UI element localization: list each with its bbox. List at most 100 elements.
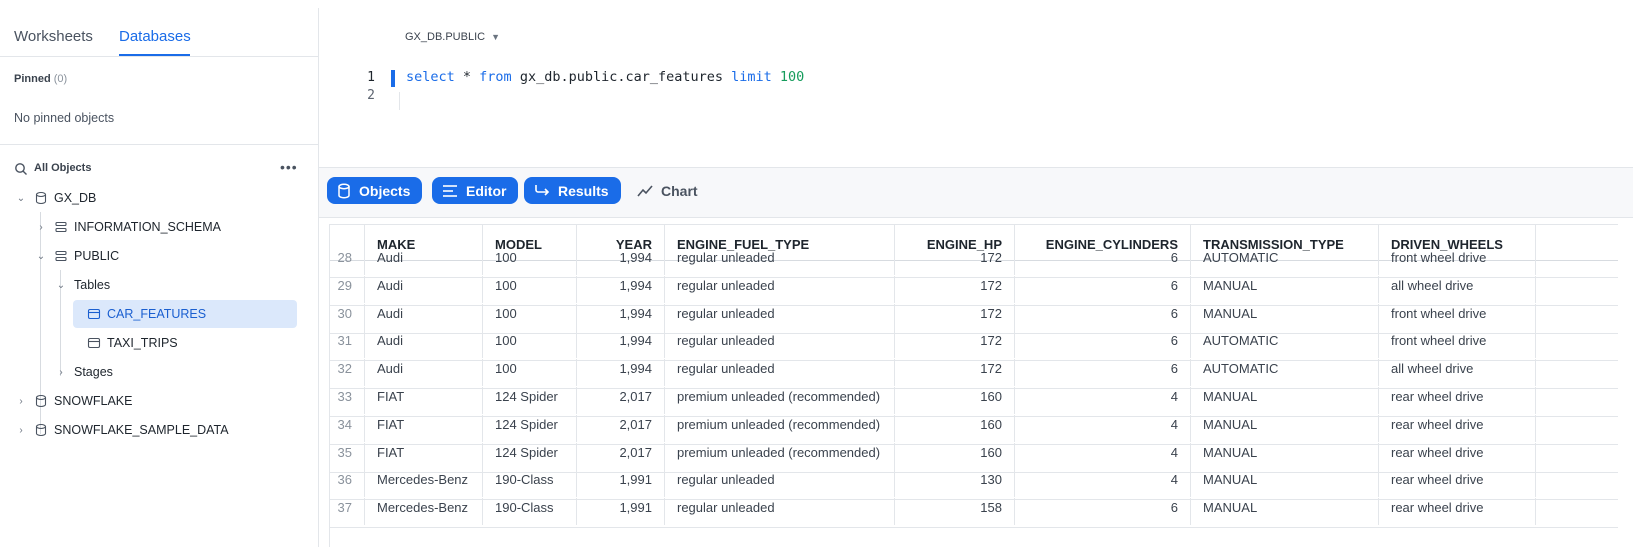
table-cell-hp[interactable]: 172: [895, 248, 1015, 275]
table-cell-make[interactable]: Audi: [365, 275, 483, 303]
table-cell-wheels[interactable]: rear wheel drive: [1379, 387, 1536, 414]
table-cell-year[interactable]: 1,994: [577, 275, 665, 303]
table-row[interactable]: 33 FIAT 124 Spider 2,017 premium unleaded (r…: [330, 387, 1618, 417]
table-cell-wheels[interactable]: rear wheel drive: [1379, 442, 1536, 470]
table-cell-make[interactable]: Audi: [365, 248, 483, 275]
table-cell-cyl[interactable]: 4: [1015, 387, 1191, 414]
table-cell-model[interactable]: 100: [483, 359, 577, 387]
table-cell-fuel[interactable]: regular unleaded: [665, 470, 895, 498]
objects-button[interactable]: Objects: [327, 177, 423, 204]
table-cell-make[interactable]: Audi: [365, 331, 483, 359]
table-cell-make[interactable]: FIAT: [365, 414, 483, 442]
table-cell-hp[interactable]: 172: [895, 359, 1015, 387]
table-cell-trans[interactable]: MANUAL: [1191, 387, 1379, 414]
table-cell-hp[interactable]: 160: [895, 414, 1015, 442]
table-cell-year[interactable]: 1,994: [577, 303, 665, 331]
table-cell-model[interactable]: 100: [483, 303, 577, 331]
table-row[interactable]: 32 Audi 100 1,994 regular unleaded 172 6 AUTOMA…: [330, 359, 1618, 390]
chevron-down-icon[interactable]: ⌄: [14, 193, 28, 204]
chevron-right-icon[interactable]: ›: [14, 425, 28, 436]
tree-item-snowflake-sample-data[interactable]: › SNOWFLAKE_SAMPLE_DATA: [14, 416, 228, 444]
tree-item-stages[interactable]: › Stages: [54, 358, 113, 386]
table-cell-wheels[interactable]: front wheel drive: [1379, 331, 1536, 359]
table-cell-year[interactable]: 2,017: [577, 387, 665, 414]
table-cell-wheels[interactable]: rear wheel drive: [1379, 498, 1536, 526]
table-cell-trans[interactable]: MANUAL: [1191, 414, 1379, 442]
tree-item-car-features[interactable]: CAR_FEATURES: [73, 300, 297, 328]
editor-button[interactable]: Editor: [432, 177, 519, 204]
table-row[interactable]: 28 Audi 100 1,994 regular unleaded 172 6 AUTOMA…: [330, 248, 1618, 278]
tab-databases[interactable]: Databases: [119, 28, 191, 45]
table-cell-model[interactable]: 124 Spider: [483, 414, 577, 442]
context-selector[interactable]: GX_DB.PUBLIC ▼: [405, 31, 500, 43]
table-cell-cyl[interactable]: 6: [1015, 498, 1191, 526]
tree-item-information-schema[interactable]: › INFORMATION_SCHEMA: [34, 213, 221, 241]
table-cell-make[interactable]: FIAT: [365, 442, 483, 470]
table-cell-hp[interactable]: 158: [895, 498, 1015, 526]
table-cell-year[interactable]: 1,994: [577, 359, 665, 387]
table-cell-fuel[interactable]: regular unleaded: [665, 275, 895, 303]
table-cell-trans[interactable]: MANUAL: [1191, 498, 1379, 526]
table-cell-cyl[interactable]: 6: [1015, 275, 1191, 303]
results-button[interactable]: Results: [524, 177, 621, 204]
table-cell-cyl[interactable]: 6: [1015, 248, 1191, 275]
table-cell-fuel[interactable]: regular unleaded: [665, 303, 895, 331]
table-row[interactable]: 29 Audi 100 1,994 regular unleaded 172 6 MANUAL…: [330, 275, 1618, 306]
table-cell-year[interactable]: 1,991: [577, 470, 665, 498]
table-cell-make[interactable]: Mercedes-Benz: [365, 498, 483, 526]
table-cell-model[interactable]: 100: [483, 331, 577, 359]
table-cell-wheels[interactable]: rear wheel drive: [1379, 414, 1536, 442]
table-cell-year[interactable]: 2,017: [577, 442, 665, 470]
table-cell-year[interactable]: 1,994: [577, 248, 665, 275]
table-row[interactable]: 31 Audi 100 1,994 regular unleaded 172 6 AUTOMA…: [330, 331, 1618, 362]
table-cell-make[interactable]: FIAT: [365, 387, 483, 414]
table-cell-model[interactable]: 124 Spider: [483, 442, 577, 470]
table-cell-wheels[interactable]: front wheel drive: [1379, 303, 1536, 331]
more-options-icon[interactable]: •••: [280, 160, 298, 174]
table-cell-trans[interactable]: MANUAL: [1191, 442, 1379, 470]
table-cell-hp[interactable]: 130: [895, 470, 1015, 498]
table-row[interactable]: 30 Audi 100 1,994 regular unleaded 172 6 MANUAL…: [330, 303, 1618, 334]
table-cell-hp[interactable]: 172: [895, 303, 1015, 331]
table-cell-fuel[interactable]: premium unleaded (recommended): [665, 387, 895, 414]
tab-worksheets[interactable]: Worksheets: [14, 28, 93, 45]
table-row[interactable]: 35 FIAT 124 Spider 2,017 premium unleaded (r…: [330, 442, 1618, 473]
table-cell-make[interactable]: Audi: [365, 359, 483, 387]
table-cell-model[interactable]: 100: [483, 275, 577, 303]
chart-button[interactable]: Chart: [637, 177, 698, 204]
chevron-right-icon[interactable]: ›: [54, 367, 68, 378]
tree-item-tables[interactable]: ⌄ Tables: [54, 271, 110, 299]
table-cell-cyl[interactable]: 6: [1015, 303, 1191, 331]
table-cell-model[interactable]: 190-Class: [483, 470, 577, 498]
table-cell-cyl[interactable]: 6: [1015, 359, 1191, 387]
chevron-down-icon[interactable]: ⌄: [34, 251, 48, 262]
table-cell-trans[interactable]: AUTOMATIC: [1191, 248, 1379, 275]
table-cell-year[interactable]: 1,991: [577, 498, 665, 526]
table-cell-model[interactable]: 124 Spider: [483, 387, 577, 414]
table-cell-hp[interactable]: 172: [895, 275, 1015, 303]
tree-item-gx-db[interactable]: ⌄ GX_DB: [14, 184, 97, 212]
table-cell-make[interactable]: Mercedes-Benz: [365, 470, 483, 498]
table-cell-fuel[interactable]: regular unleaded: [665, 359, 895, 387]
table-cell-trans[interactable]: AUTOMATIC: [1191, 331, 1379, 359]
table-cell-year[interactable]: 1,994: [577, 331, 665, 359]
table-cell-cyl[interactable]: 4: [1015, 414, 1191, 442]
table-cell-make[interactable]: Audi: [365, 303, 483, 331]
table-cell-cyl[interactable]: 4: [1015, 470, 1191, 498]
table-cell-trans[interactable]: MANUAL: [1191, 303, 1379, 331]
tree-item-taxi-trips[interactable]: TAXI_TRIPS: [73, 329, 178, 357]
table-cell-cyl[interactable]: 4: [1015, 442, 1191, 470]
table-cell-hp[interactable]: 160: [895, 442, 1015, 470]
table-cell-fuel[interactable]: premium unleaded (recommended): [665, 442, 895, 470]
table-cell-wheels[interactable]: rear wheel drive: [1379, 470, 1536, 498]
tree-item-snowflake[interactable]: › SNOWFLAKE: [14, 387, 132, 415]
table-cell-cyl[interactable]: 6: [1015, 331, 1191, 359]
table-row[interactable]: 34 FIAT 124 Spider 2,017 premium unleaded (r…: [330, 414, 1618, 445]
chevron-right-icon[interactable]: ›: [14, 396, 28, 407]
table-cell-hp[interactable]: 172: [895, 331, 1015, 359]
table-cell-fuel[interactable]: regular unleaded: [665, 498, 895, 526]
table-cell-model[interactable]: 190-Class: [483, 498, 577, 526]
table-cell-trans[interactable]: MANUAL: [1191, 275, 1379, 303]
table-cell-model[interactable]: 100: [483, 248, 577, 275]
table-cell-fuel[interactable]: regular unleaded: [665, 331, 895, 359]
